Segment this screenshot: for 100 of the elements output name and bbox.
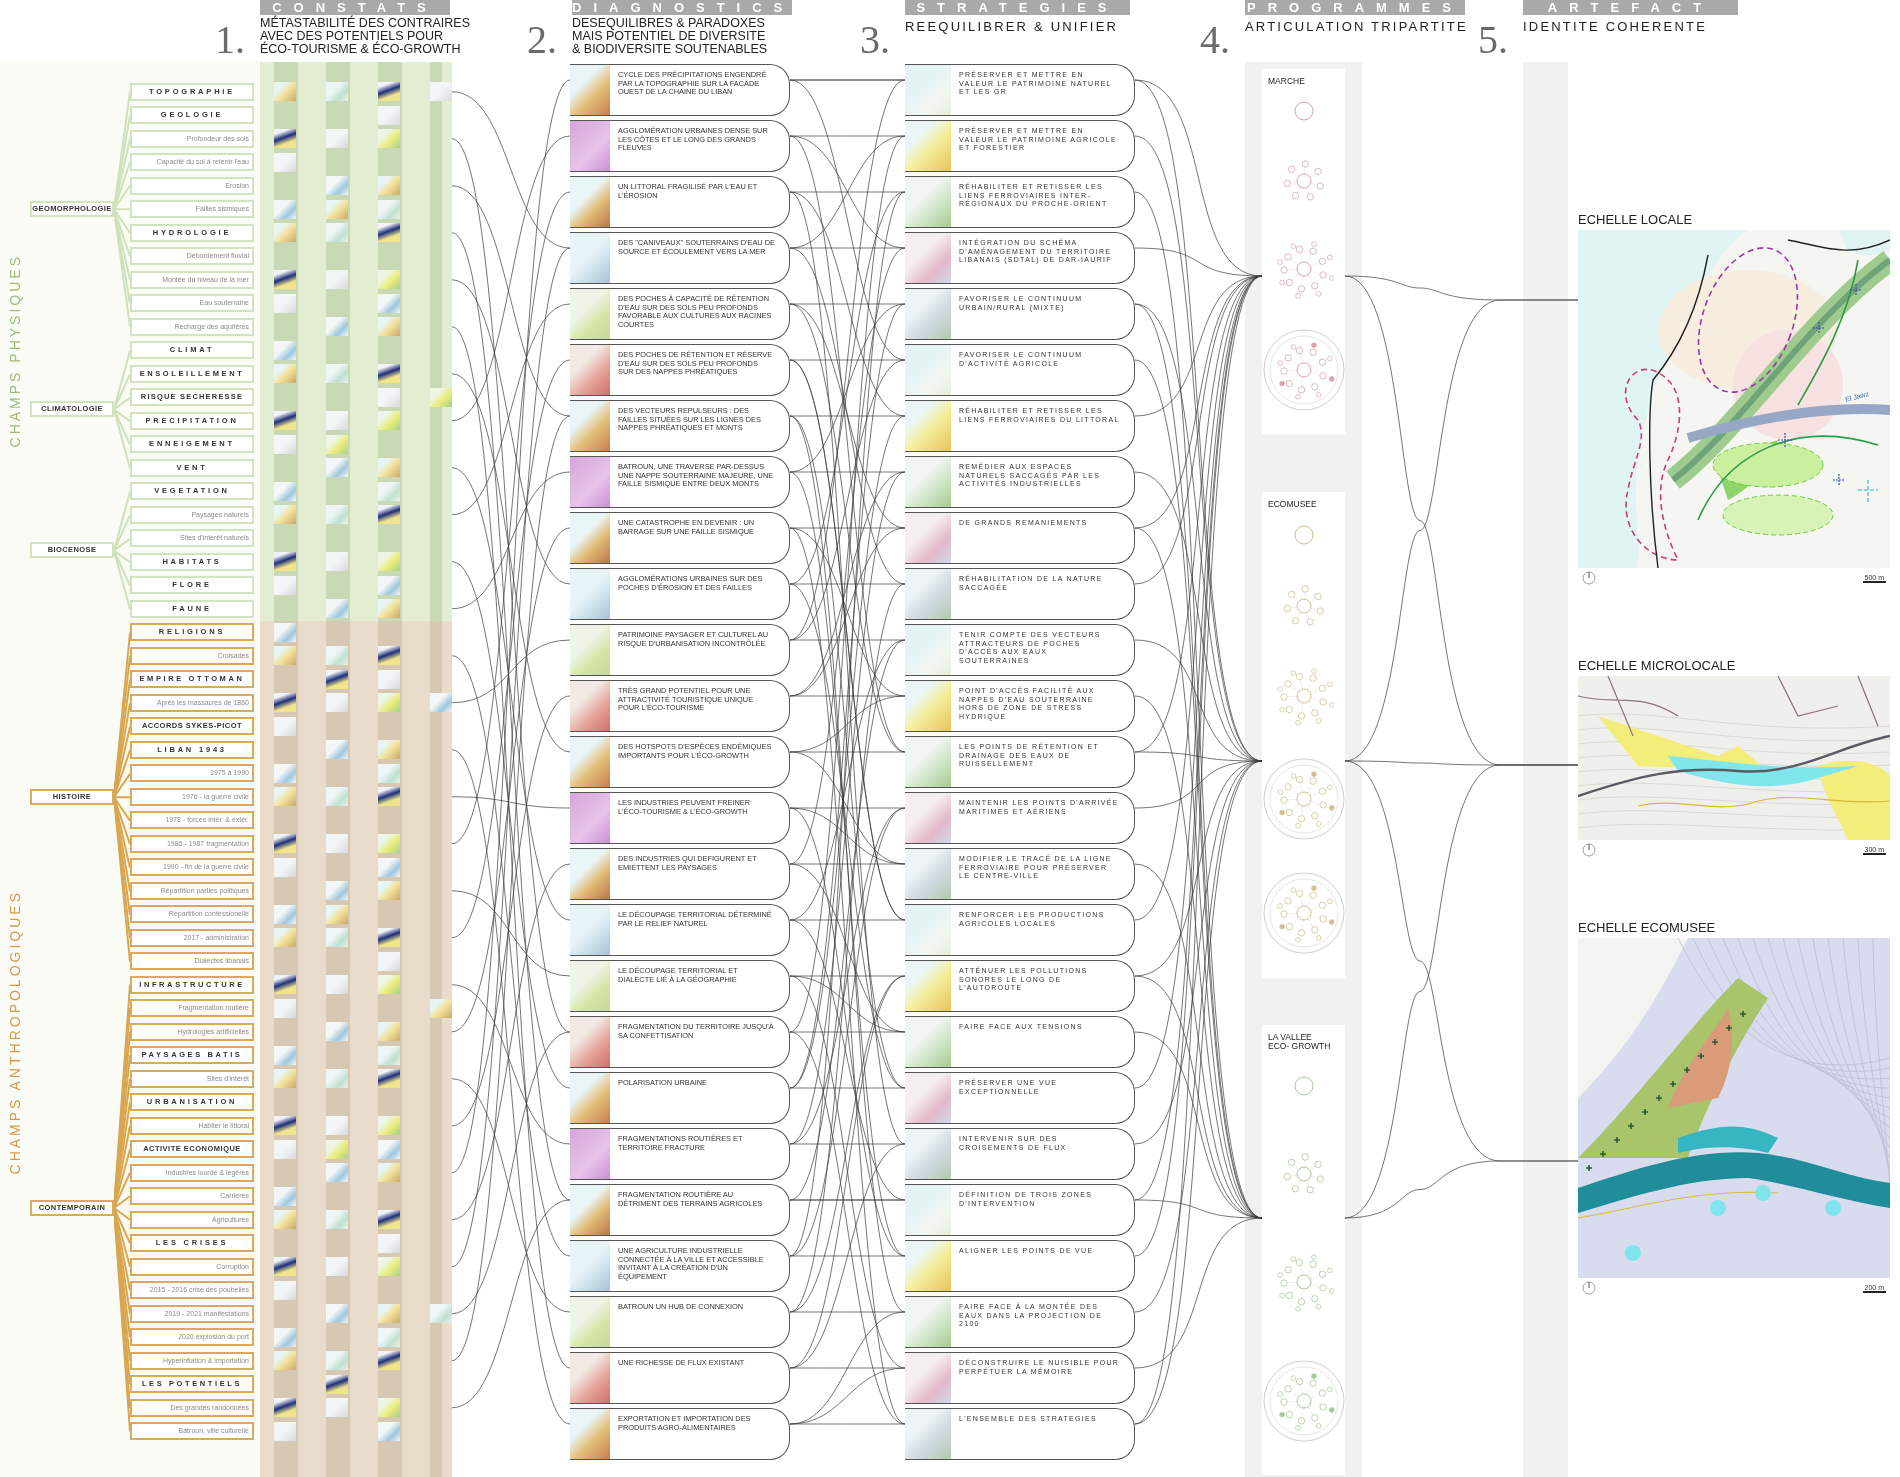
map-thumbnail [326, 1022, 348, 1042]
map-thumbnail [274, 975, 296, 995]
map-thumbnail [326, 599, 348, 619]
map-thumbnail [570, 1017, 610, 1067]
section-banner: STRATEGIES [905, 0, 1130, 15]
map-thumbnail [570, 793, 610, 843]
map-thumbnail [274, 552, 296, 572]
section-title: REEQUILIBRER & UNIFIER [905, 18, 1120, 36]
map-thumbnail [430, 1304, 452, 1324]
map-thumbnail [274, 1139, 296, 1159]
map-thumbnail [274, 716, 296, 736]
map-thumbnail [378, 975, 400, 995]
map-thumbnail [570, 177, 610, 227]
map-thumbnail [378, 1398, 400, 1418]
map-thumbnail [905, 1409, 951, 1459]
map-thumbnail [905, 289, 951, 339]
map-thumbnail [274, 152, 296, 172]
section-number: 5. [1478, 20, 1509, 62]
map-thumbnail [905, 681, 951, 731]
map-thumbnail [905, 793, 951, 843]
map-thumbnail [326, 904, 348, 924]
map-thumbnail [326, 364, 348, 384]
map-thumbnail [378, 1022, 400, 1042]
map-thumbnail [378, 857, 400, 877]
map-thumbnail [274, 1210, 296, 1230]
map-thumbnail [570, 121, 610, 171]
map-thumbnail [274, 998, 296, 1018]
map-thumbnail [326, 928, 348, 948]
map-thumbnail [274, 857, 296, 877]
map-thumbnail [274, 646, 296, 666]
map-thumbnail [274, 1069, 296, 1089]
field-label: CHAMPS ANTHROPOLOGIQUES [6, 889, 24, 1174]
map-thumbnail [570, 569, 610, 619]
map-thumbnail [274, 1116, 296, 1136]
map-thumbnail [570, 1409, 610, 1459]
programme-title: ECOMUSEE [1268, 500, 1318, 509]
map-thumbnail [378, 1163, 400, 1183]
map-thumbnail [378, 575, 400, 595]
map-thumbnail [378, 411, 400, 431]
map-thumbnail [570, 401, 610, 451]
map-thumbnail [326, 693, 348, 713]
field-label: CHAMPS PHYSIQUES [6, 253, 24, 447]
map-thumbnail [378, 505, 400, 525]
map-thumbnail [274, 129, 296, 149]
map-thumbnail [570, 1297, 610, 1347]
map-thumbnail [570, 905, 610, 955]
map-thumbnail [378, 364, 400, 384]
map-thumbnail [905, 1353, 951, 1403]
map-thumbnail [274, 622, 296, 642]
map-thumbnail [378, 317, 400, 337]
map-thumbnail [570, 1073, 610, 1123]
map-thumbnail [378, 176, 400, 196]
map-thumbnail [326, 552, 348, 572]
map-thumbnail [905, 513, 951, 563]
map-thumbnail [378, 881, 400, 901]
map-thumbnail [274, 434, 296, 454]
map-thumbnail [326, 669, 348, 689]
map-thumbnail [378, 1139, 400, 1159]
map-thumbnail [905, 1129, 951, 1179]
map-thumbnail [378, 834, 400, 854]
map-thumbnail [905, 457, 951, 507]
map-thumbnail [274, 1421, 296, 1441]
map-thumbnail [274, 82, 296, 102]
map-thumbnail [378, 458, 400, 478]
map-thumbnail [378, 1045, 400, 1065]
programme-title: LA VALLEE ECO- GROWTH [1268, 1033, 1332, 1051]
section-banner: PROGRAMMES [1245, 0, 1465, 15]
map-thumbnail [905, 569, 951, 619]
map-thumbnail [274, 364, 296, 384]
map-thumbnail [905, 1297, 951, 1347]
map-thumbnail [378, 129, 400, 149]
map-thumbnail [378, 669, 400, 689]
map-thumbnail [905, 1073, 951, 1123]
map-thumbnail [326, 82, 348, 102]
map-thumbnail [326, 1398, 348, 1418]
map-thumbnail [905, 1185, 951, 1235]
map-thumbnail [326, 1069, 348, 1089]
map-thumbnail [378, 763, 400, 783]
map-thumbnail [430, 693, 452, 713]
map-thumbnail [326, 1257, 348, 1277]
map-thumbnail [274, 834, 296, 854]
map-thumbnail [274, 270, 296, 290]
section-title: ARTICULATION TRIPARTITE [1245, 18, 1469, 36]
map-thumbnail [326, 176, 348, 196]
map-thumbnail [326, 646, 348, 666]
map-thumbnail [274, 1398, 296, 1418]
map-thumbnail [378, 787, 400, 807]
map-thumbnail [326, 434, 348, 454]
map-thumbnail [905, 905, 951, 955]
map-thumbnail [905, 233, 951, 283]
map-thumbnail [570, 1129, 610, 1179]
map-thumbnail [274, 1045, 296, 1065]
map-thumbnail [274, 1327, 296, 1347]
map-thumbnail [274, 1257, 296, 1277]
map-thumbnail [378, 223, 400, 243]
map-thumbnail [274, 1280, 296, 1300]
map-thumbnail [274, 787, 296, 807]
section-number: 3. [860, 20, 891, 62]
map-thumbnail [378, 740, 400, 760]
section-title: MÉTASTABILITÉ DES CONTRAIRES AVEC DES POTENTIELS POUR ÉCO-TOURISME & ÉCO-GROWTH [260, 15, 471, 58]
